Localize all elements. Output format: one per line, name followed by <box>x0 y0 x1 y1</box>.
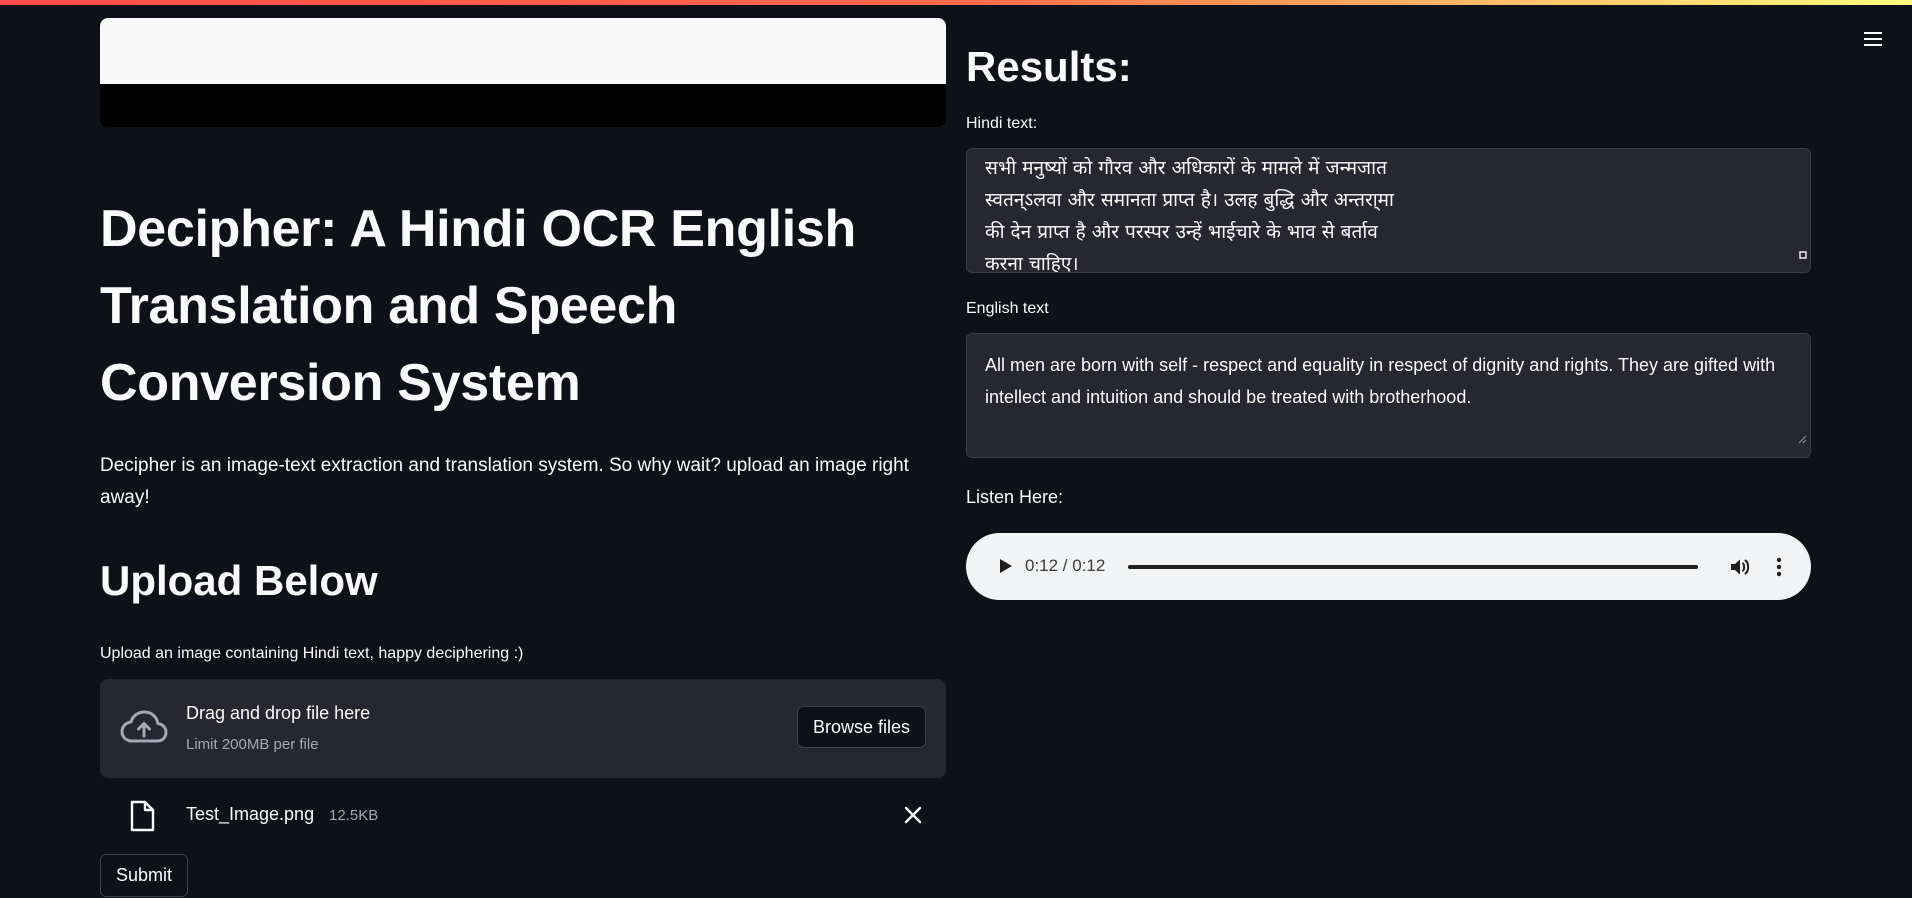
uploaded-file-size: 12.5KB <box>329 807 379 824</box>
remove-file-button[interactable] <box>902 804 924 831</box>
audio-player[interactable]: 0:12 / 0:12 <box>966 533 1811 600</box>
left-column: Decipher: A Hindi OCR English Translatio… <box>100 18 946 897</box>
more-vert-icon <box>1776 557 1782 577</box>
audio-progress-bar[interactable] <box>1128 565 1698 569</box>
english-text-area[interactable]: All men are born with self - respect and… <box>966 333 1811 458</box>
volume-button[interactable] <box>1728 555 1752 584</box>
uploader-label: Upload an image containing Hindi text, h… <box>100 645 524 662</box>
hindi-text-label: Hindi text: <box>966 115 1038 132</box>
play-icon <box>1000 559 1012 573</box>
uploaded-file-row: Test_Image.png 12.5KB <box>100 796 946 836</box>
more-options-button[interactable] <box>1769 555 1789 584</box>
play-button[interactable] <box>994 555 1016 582</box>
app-description: Decipher is an image-text extraction and… <box>100 455 909 508</box>
cloud-upload-icon <box>120 709 168 752</box>
file-dropzone[interactable]: Drag and drop file here Limit 200MB per … <box>100 679 946 778</box>
browse-files-button[interactable]: Browse files <box>796 706 926 748</box>
file-icon <box>128 800 156 837</box>
english-text-label: English text <box>966 300 1049 317</box>
dropzone-title: Drag and drop file here <box>186 703 371 723</box>
hamburger-menu-icon <box>1864 32 1882 46</box>
dropzone-limit: Limit 200MB per file <box>186 736 319 753</box>
uploaded-file-name: Test_Image.png <box>186 804 315 824</box>
submit-button[interactable]: Submit <box>100 854 189 897</box>
page-title: Decipher: A Hindi OCR English Translatio… <box>100 200 856 412</box>
audio-progress-fill <box>1128 565 1698 569</box>
resize-handle-icon[interactable] <box>1798 422 1807 454</box>
right-column: Results: Hindi text: सभी मनुष्यों को गौर… <box>966 40 1813 600</box>
hindi-text-content: सभी मनुष्यों को गौरव और अधिकारों के मामल… <box>985 157 1394 273</box>
listen-label: Listen Here: <box>966 487 1064 507</box>
english-text-content: All men are born with self - respect and… <box>985 355 1776 407</box>
volume-icon <box>1731 559 1750 575</box>
audio-time: 0:12 / 0:12 <box>1025 556 1106 575</box>
main-menu-button[interactable] <box>1860 26 1886 52</box>
upload-heading: Upload Below <box>100 557 378 604</box>
top-decoration-bar <box>0 0 1912 5</box>
close-icon <box>904 806 922 824</box>
hindi-text-area[interactable]: सभी मनुष्यों को गौरव और अधिकारों के मामल… <box>966 148 1811 273</box>
results-heading: Results: <box>966 43 1132 90</box>
banner-image <box>100 18 946 127</box>
resize-handle-icon[interactable] <box>1799 237 1807 269</box>
